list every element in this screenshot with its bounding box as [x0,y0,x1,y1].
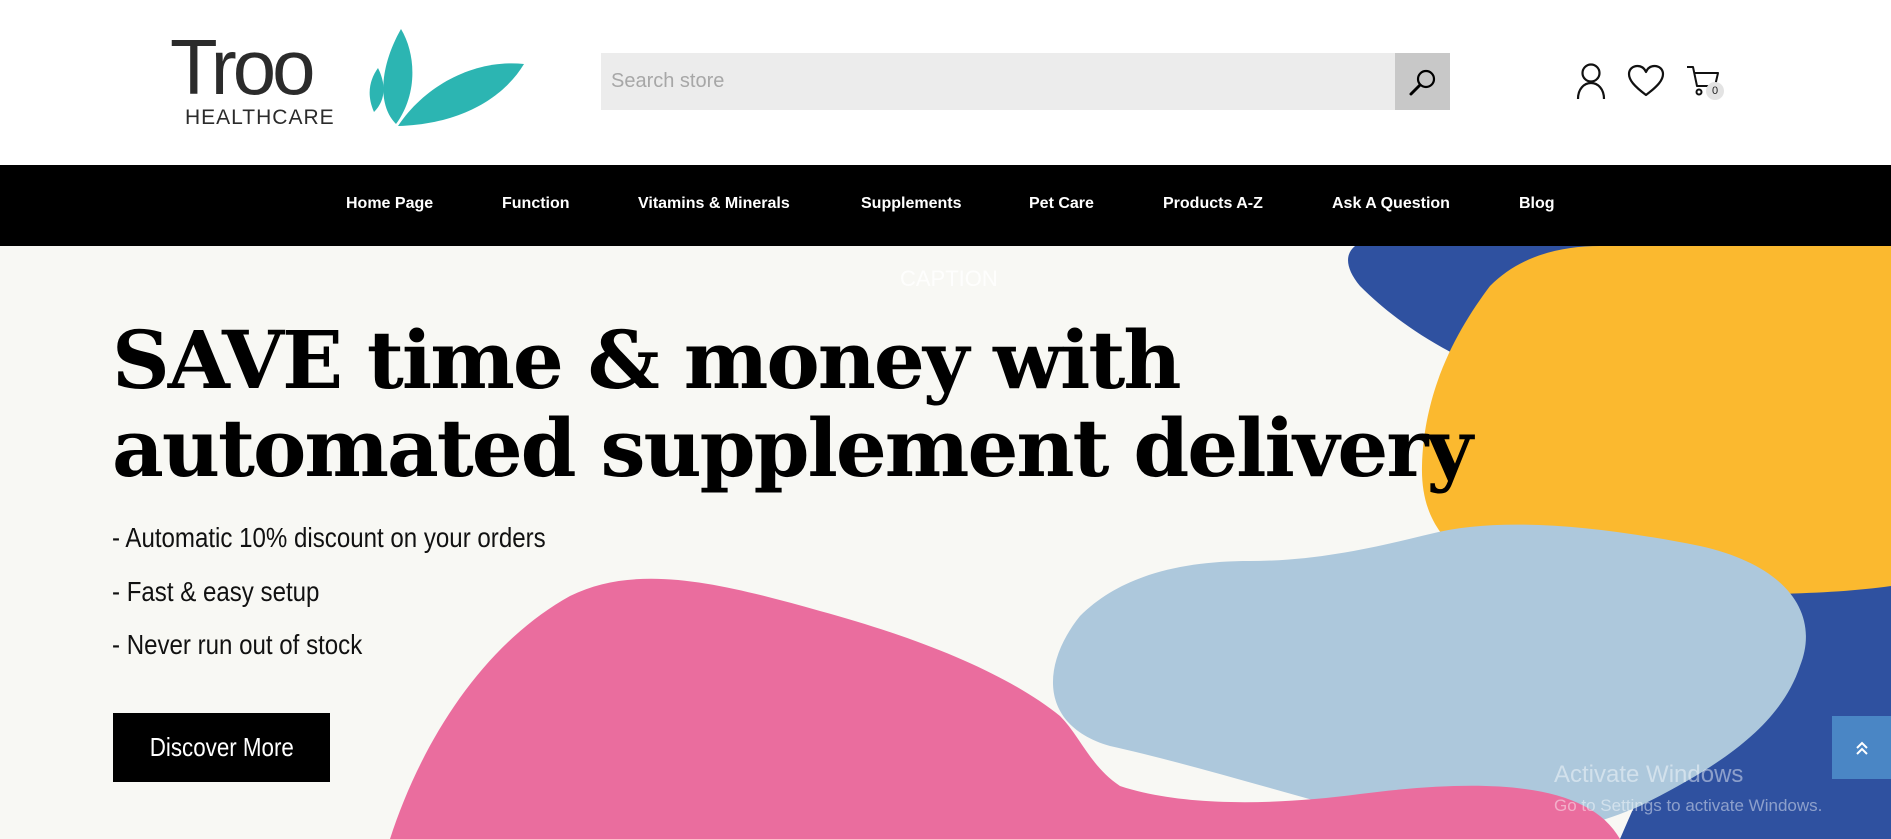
windows-activation-subtitle: Go to Settings to activate Windows. [1554,796,1823,815]
nav-item-blog[interactable]: Blog [1519,195,1555,213]
hero-bullet-discount: - Automatic 10% discount on your orders [112,522,546,553]
search-input[interactable] [601,53,1396,110]
nav-item-supplements[interactable]: Supplements [861,195,961,213]
nav-item-pet-care[interactable]: Pet Care [1029,195,1094,213]
brand-name: Troo [170,23,315,111]
hero-caption: CAPTION [900,266,998,291]
nav-item-ask-a-question[interactable]: Ask A Question [1332,195,1450,213]
nav-item-vitamins-minerals[interactable]: Vitamins & Minerals [638,195,790,213]
hero-headline-line2: automated supplement delivery [112,401,1473,495]
hero-bullet-stock: - Never run out of stock [112,629,363,660]
hero-bullet-setup: - Fast & easy setup [112,576,320,607]
search-icon [1409,69,1435,95]
search-button[interactable] [1395,53,1450,110]
brand-subtitle: HEALTHCARE [185,106,335,129]
user-icon [1576,63,1606,100]
hero-banner: CAPTION SAVE time & money with automated… [0,246,1891,839]
wishlist-button[interactable] [1627,62,1665,100]
cart-count-badge: 0 [1706,82,1724,100]
site-header: Troo HEALTHCARE Search store 0 [0,0,1891,165]
hero-headline-line1: SAVE time & money with [112,313,1182,407]
scroll-to-top-button[interactable] [1832,716,1891,779]
double-chevron-up-icon [1855,741,1868,755]
main-nav: Home Page Function Vitamins & Minerals S… [0,165,1891,246]
brand-logo[interactable]: Troo HEALTHCARE [168,23,524,130]
nav-item-function[interactable]: Function [502,195,570,213]
search-bar [601,53,1450,110]
nav-item-home-page[interactable]: Home Page [346,195,433,213]
hero-headline: SAVE time & money with automated supplem… [112,313,1473,495]
windows-activation-title: Activate Windows [1554,761,1744,788]
leaf-icon [369,29,524,126]
account-button[interactable] [1572,62,1610,100]
discover-more-label: Discover More [149,732,294,762]
heart-icon [1627,64,1665,97]
discover-more-button[interactable]: Discover More [113,713,330,782]
nav-item-products-a-z[interactable]: Products A-Z [1163,195,1263,213]
